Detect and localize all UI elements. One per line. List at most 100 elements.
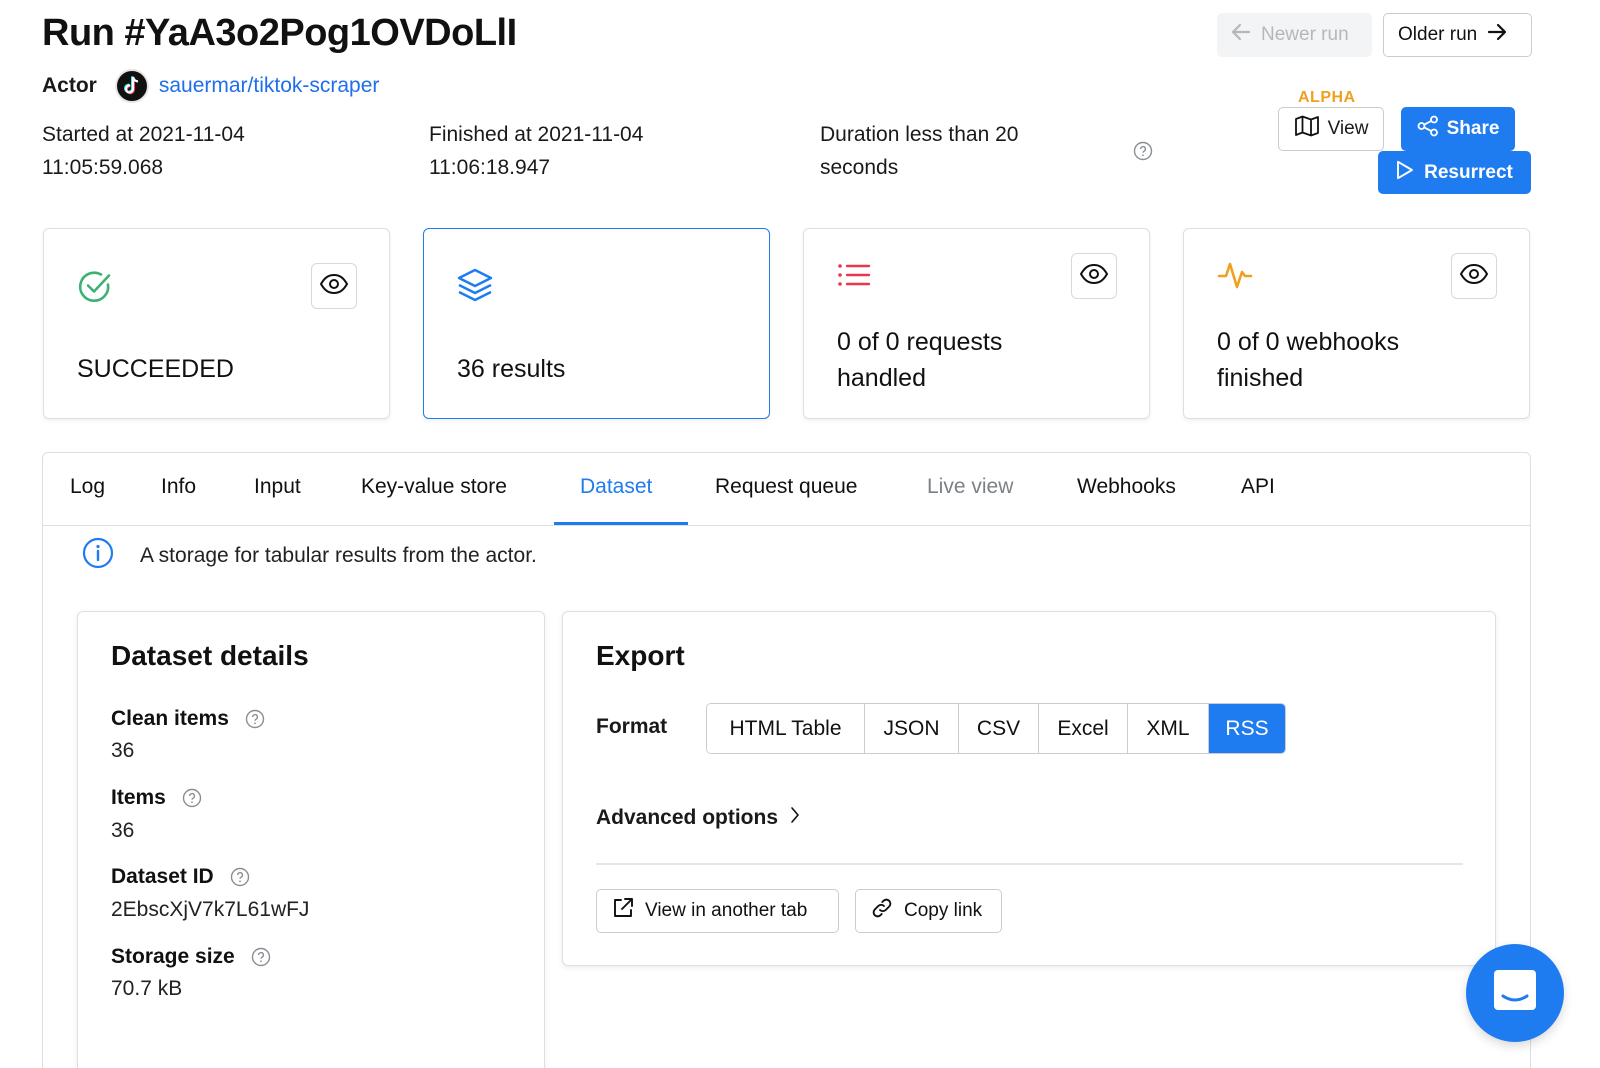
format-html-table[interactable]: HTML Table bbox=[707, 704, 865, 753]
actor-label: Actor bbox=[42, 74, 97, 97]
tab-live-view[interactable]: Live view bbox=[927, 475, 1013, 499]
started-at: Started at 2021-11-04 11:05:59.068 bbox=[42, 118, 245, 184]
divider bbox=[596, 863, 1463, 865]
help-icon[interactable] bbox=[251, 947, 271, 967]
help-icon[interactable] bbox=[230, 867, 250, 887]
format-csv[interactable]: CSV bbox=[959, 704, 1039, 753]
finished-time: 11:06:18.947 bbox=[429, 156, 551, 179]
finished-date: Finished at 2021-11-04 bbox=[429, 123, 644, 146]
copy-link-label: Copy link bbox=[904, 900, 983, 921]
format-rss[interactable]: RSS bbox=[1209, 704, 1285, 753]
format-label: Format bbox=[596, 715, 668, 738]
tab-bar: Log Info Input Key-value store Dataset R… bbox=[43, 453, 1530, 526]
clean-items-label-text: Clean items bbox=[111, 707, 229, 730]
started-time: 11:05:59.068 bbox=[42, 156, 164, 179]
duration-line-2: seconds bbox=[820, 156, 899, 179]
list-icon bbox=[837, 261, 871, 294]
chevron-right-icon bbox=[790, 806, 800, 830]
items-label: Items bbox=[111, 786, 202, 810]
webhooks-card: 0 of 0 webhooks finished bbox=[1183, 228, 1530, 419]
view-button[interactable]: View bbox=[1278, 107, 1384, 151]
tab-log[interactable]: Log bbox=[70, 475, 105, 499]
view-label: View bbox=[1327, 118, 1369, 139]
tab-dataset[interactable]: Dataset bbox=[580, 475, 652, 499]
view-in-another-tab-button[interactable]: View in another tab bbox=[596, 889, 839, 933]
results-card[interactable]: 36 results bbox=[423, 228, 770, 419]
storage-size-label-text: Storage size bbox=[111, 945, 235, 968]
active-tab-indicator bbox=[554, 522, 688, 525]
tab-input[interactable]: Input bbox=[254, 475, 301, 499]
storage-size-label: Storage size bbox=[111, 945, 271, 969]
resurrect-button[interactable]: Resurrect bbox=[1378, 151, 1531, 194]
info-text: A storage for tabular results from the a… bbox=[140, 544, 537, 567]
results-text: 36 results bbox=[457, 355, 566, 383]
items-value: 36 bbox=[111, 819, 135, 842]
arrow-right-icon bbox=[1487, 23, 1507, 47]
status-text: SUCCEEDED bbox=[77, 355, 234, 383]
alpha-badge: ALPHA bbox=[1298, 89, 1356, 106]
dataset-details-box: Dataset details Clean items 36 Items 36 … bbox=[77, 611, 545, 1068]
play-icon bbox=[1396, 160, 1414, 186]
tab-webhooks[interactable]: Webhooks bbox=[1077, 475, 1176, 499]
help-icon[interactable] bbox=[245, 709, 265, 729]
export-box: Export Format HTML Table JSON CSV Excel … bbox=[562, 611, 1496, 966]
format-xml[interactable]: XML bbox=[1128, 704, 1209, 753]
view-webhooks-button[interactable] bbox=[1451, 253, 1497, 299]
info-row: A storage for tabular results from the a… bbox=[82, 537, 537, 575]
eye-icon bbox=[1079, 263, 1109, 290]
copy-link-button[interactable]: Copy link bbox=[855, 889, 1002, 933]
dataset-id-label: Dataset ID bbox=[111, 865, 250, 889]
arrow-left-icon bbox=[1231, 23, 1251, 47]
status-card: SUCCEEDED bbox=[43, 228, 390, 419]
view-requests-button[interactable] bbox=[1071, 253, 1117, 299]
finished-at: Finished at 2021-11-04 11:06:18.947 bbox=[429, 118, 643, 184]
advanced-options-label: Advanced options bbox=[596, 806, 779, 829]
older-run-label: Older run bbox=[1398, 24, 1478, 45]
older-run-button[interactable]: Older run bbox=[1383, 13, 1532, 57]
newer-run-button[interactable]: Newer run bbox=[1217, 13, 1372, 57]
webhooks-line-2: finished bbox=[1217, 364, 1304, 392]
eye-icon bbox=[1459, 263, 1489, 290]
link-icon bbox=[870, 896, 894, 926]
help-icon[interactable] bbox=[182, 788, 202, 808]
help-icon[interactable] bbox=[1133, 141, 1153, 161]
advanced-options-toggle[interactable]: Advanced options bbox=[596, 806, 800, 830]
started-date: Started at 2021-11-04 bbox=[42, 123, 245, 146]
dataset-id-value: 2EbscXjV7k7L61wFJ bbox=[111, 898, 310, 921]
tab-api[interactable]: API bbox=[1241, 475, 1275, 499]
webhooks-line-1: 0 of 0 webhooks bbox=[1217, 328, 1400, 356]
requests-line-2: handled bbox=[837, 364, 926, 392]
format-json[interactable]: JSON bbox=[865, 704, 959, 753]
layers-icon bbox=[457, 267, 493, 308]
activity-icon bbox=[1217, 259, 1253, 296]
requests-text: 0 of 0 requests handled bbox=[837, 324, 1002, 396]
actor-link[interactable]: sauermar/tiktok-scraper bbox=[159, 74, 380, 98]
info-icon bbox=[82, 537, 114, 575]
format-excel[interactable]: Excel bbox=[1039, 704, 1128, 753]
requests-line-1: 0 of 0 requests bbox=[837, 328, 1003, 356]
dataset-details-title: Dataset details bbox=[111, 640, 309, 671]
chat-icon bbox=[1490, 966, 1540, 1021]
requests-card: 0 of 0 requests handled bbox=[803, 228, 1150, 419]
check-circle-icon bbox=[77, 269, 113, 310]
items-label-text: Items bbox=[111, 786, 166, 809]
eye-icon bbox=[319, 273, 349, 300]
clean-items-value: 36 bbox=[111, 739, 135, 762]
map-icon bbox=[1294, 115, 1320, 143]
tiktok-logo-icon bbox=[114, 69, 149, 103]
external-link-icon bbox=[611, 896, 635, 926]
clean-items-label: Clean items bbox=[111, 707, 265, 731]
chat-launcher-button[interactable] bbox=[1466, 944, 1564, 1042]
duration-line-1: Duration less than 20 bbox=[820, 123, 1019, 146]
format-selector: HTML Table JSON CSV Excel XML RSS bbox=[706, 703, 1286, 754]
share-label: Share bbox=[1446, 118, 1500, 139]
duration: Duration less than 20 seconds bbox=[820, 118, 1018, 184]
storage-size-value: 70.7 kB bbox=[111, 977, 183, 1000]
tab-info[interactable]: Info bbox=[161, 475, 196, 499]
tab-request-queue[interactable]: Request queue bbox=[715, 475, 857, 499]
tab-key-value-store[interactable]: Key-value store bbox=[361, 475, 507, 499]
share-button[interactable]: Share bbox=[1401, 107, 1515, 151]
newer-run-label: Newer run bbox=[1261, 24, 1349, 45]
view-status-button[interactable] bbox=[311, 263, 357, 309]
resurrect-label: Resurrect bbox=[1424, 161, 1513, 183]
